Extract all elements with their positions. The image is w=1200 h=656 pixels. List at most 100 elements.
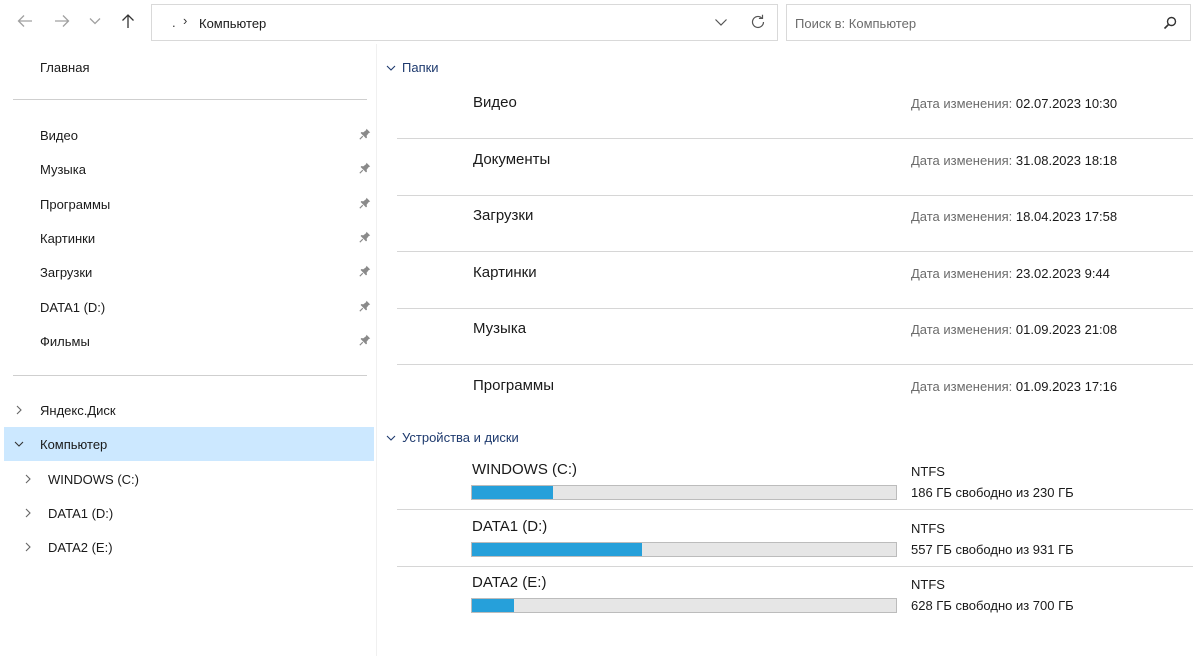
group-header-devices[interactable]: Устройства и диски — [386, 430, 519, 445]
sidebar-item-label: WINDOWS (C:) — [48, 472, 139, 487]
sidebar-item-label: Музыка — [40, 162, 86, 177]
folder-modified: Дата изменения: 01.09.2023 21:08 — [911, 322, 1117, 337]
sidebar-item-drive-d[interactable]: DATA1 (D:) — [0, 496, 374, 530]
folder-item-programs[interactable]: Программы Дата изменения: 01.09.2023 17:… — [397, 365, 1193, 422]
folder-item-pictures[interactable]: Картинки Дата изменения: 23.02.2023 9:44 — [397, 252, 1193, 309]
modified-value: 31.08.2023 18:18 — [1015, 153, 1118, 168]
search-icon[interactable] — [1163, 16, 1177, 30]
drive-filesystem: NTFS — [911, 521, 945, 536]
sidebar-item-films[interactable]: Фильмы — [0, 324, 374, 358]
folder-modified: Дата изменения: 01.09.2023 17:16 — [911, 379, 1117, 394]
sidebar-item-label: Фильмы — [40, 334, 90, 349]
drive-item-d[interactable]: DATA1 (D:) NTFS 557 ГБ свободно из 931 Г… — [397, 510, 1193, 567]
sidebar-item-label: Главная — [40, 60, 90, 75]
folder-name: Загрузки — [473, 207, 534, 224]
chevron-right-icon[interactable] — [15, 405, 23, 415]
forward-button[interactable] — [49, 8, 75, 34]
drive-usage-bar — [471, 598, 897, 613]
drive-free-space: 557 ГБ свободно из 931 ГБ — [911, 542, 1074, 557]
pin-icon[interactable] — [359, 300, 371, 312]
sidebar-divider — [13, 99, 367, 100]
folder-name: Документы — [473, 151, 551, 168]
sidebar-item-yandex-disk[interactable]: Яндекс.Диск — [0, 393, 374, 427]
sidebar-item-drive-c[interactable]: WINDOWS (C:) — [0, 462, 374, 496]
drive-usage-fill — [472, 599, 515, 612]
drive-free-space: 628 ГБ свободно из 700 ГБ — [911, 598, 1074, 613]
sidebar-item-label: Яндекс.Диск — [40, 403, 116, 418]
modified-value: 01.09.2023 17:16 — [1015, 379, 1118, 394]
drive-name: DATA1 (D:) — [472, 518, 548, 535]
content-pane: Папки Видео Дата изменения: 02.07.2023 1… — [377, 44, 1200, 656]
chevron-down-icon[interactable] — [14, 440, 24, 448]
sidebar-item-home[interactable]: Главная — [0, 50, 374, 84]
chevron-right-icon[interactable] — [24, 474, 32, 484]
sidebar-divider — [13, 375, 367, 376]
pin-icon[interactable] — [359, 128, 371, 140]
sidebar-item-data1[interactable]: DATA1 (D:) — [0, 290, 374, 324]
folder-modified: Дата изменения: 31.08.2023 18:18 — [911, 153, 1117, 168]
sidebar-item-label: Программы — [40, 197, 111, 212]
sidebar-item-computer[interactable]: Компьютер — [4, 427, 374, 461]
sidebar-item-label: Компьютер — [40, 437, 108, 452]
sidebar-item-downloads[interactable]: Загрузки — [0, 255, 374, 289]
pin-icon[interactable] — [359, 334, 371, 346]
folder-modified: Дата изменения: 02.07.2023 10:30 — [911, 96, 1117, 111]
pin-icon[interactable] — [359, 197, 371, 209]
pin-icon[interactable] — [359, 231, 371, 243]
chevron-down-icon[interactable] — [714, 15, 728, 29]
drive-item-c[interactable]: WINDOWS (C:) NTFS 186 ГБ свободно из 230… — [397, 453, 1193, 510]
modified-label: Дата изменения: — [911, 96, 1013, 111]
sidebar-item-label: Видео — [40, 128, 78, 143]
folder-item-downloads[interactable]: Загрузки Дата изменения: 18.04.2023 17:5… — [397, 195, 1193, 252]
breadcrumb-computer[interactable]: Компьютер — [199, 16, 266, 31]
sidebar-item-pictures[interactable]: Картинки — [0, 221, 374, 255]
chevron-down-icon — [89, 18, 101, 25]
sidebar-item-label: Картинки — [40, 231, 96, 246]
drive-item-e[interactable]: DATA2 (E:) NTFS 628 ГБ свободно из 700 Г… — [397, 566, 1193, 623]
drive-usage-bar — [471, 485, 897, 500]
address-separator[interactable]: › — [183, 13, 187, 28]
modified-value: 23.02.2023 9:44 — [1015, 266, 1110, 281]
folder-item-music[interactable]: Музыка Дата изменения: 01.09.2023 21:08 — [397, 308, 1193, 365]
modified-value: 02.07.2023 10:30 — [1015, 96, 1118, 111]
drive-usage-bar — [471, 542, 897, 557]
address-overflow[interactable]: . — [172, 15, 176, 30]
address-bar[interactable]: . › Компьютер — [151, 4, 778, 41]
chevron-right-icon[interactable] — [24, 542, 32, 552]
modified-label: Дата изменения: — [911, 379, 1013, 394]
folder-name: Картинки — [473, 264, 537, 281]
drive-usage-fill — [472, 486, 553, 499]
modified-label: Дата изменения: — [911, 153, 1013, 168]
modified-label: Дата изменения: — [911, 209, 1013, 224]
group-header-label: Устройства и диски — [402, 430, 519, 445]
up-button[interactable] — [115, 8, 141, 34]
arrow-left-icon — [17, 15, 32, 27]
folder-item-documents[interactable]: Документы Дата изменения: 31.08.2023 18:… — [397, 139, 1193, 196]
chevron-down-icon — [386, 65, 396, 71]
folder-name: Видео — [473, 94, 517, 111]
drive-filesystem: NTFS — [911, 464, 945, 479]
pin-icon[interactable] — [359, 265, 371, 277]
folder-modified: Дата изменения: 18.04.2023 17:58 — [911, 209, 1117, 224]
sidebar-item-programs[interactable]: Программы — [0, 187, 374, 221]
group-header-folders[interactable]: Папки — [386, 60, 439, 75]
modified-value: 01.09.2023 21:08 — [1015, 322, 1118, 337]
sidebar-item-drive-e[interactable]: DATA2 (E:) — [0, 530, 374, 564]
drive-free-space: 186 ГБ свободно из 230 ГБ — [911, 485, 1074, 500]
sidebar-item-music[interactable]: Музыка — [0, 152, 374, 186]
refresh-icon[interactable] — [749, 13, 767, 31]
arrow-up-icon — [122, 14, 134, 28]
back-button[interactable] — [12, 8, 38, 34]
navigation-pane: Главная Видео Музыка Программы Картинки … — [0, 44, 376, 656]
recent-locations-button[interactable] — [82, 8, 108, 34]
modified-label: Дата изменения: — [911, 266, 1013, 281]
search-placeholder[interactable]: Поиск в: Компьютер — [795, 16, 916, 31]
folder-item-video[interactable]: Видео Дата изменения: 02.07.2023 10:30 — [397, 82, 1193, 139]
sidebar-item-label: DATA2 (E:) — [48, 540, 113, 555]
sidebar-item-label: DATA1 (D:) — [48, 506, 114, 521]
sidebar-item-video[interactable]: Видео — [0, 118, 374, 152]
modified-value: 18.04.2023 17:58 — [1015, 209, 1118, 224]
chevron-right-icon[interactable] — [24, 508, 32, 518]
pin-icon[interactable] — [359, 162, 371, 174]
search-box[interactable]: Поиск в: Компьютер — [786, 4, 1191, 41]
